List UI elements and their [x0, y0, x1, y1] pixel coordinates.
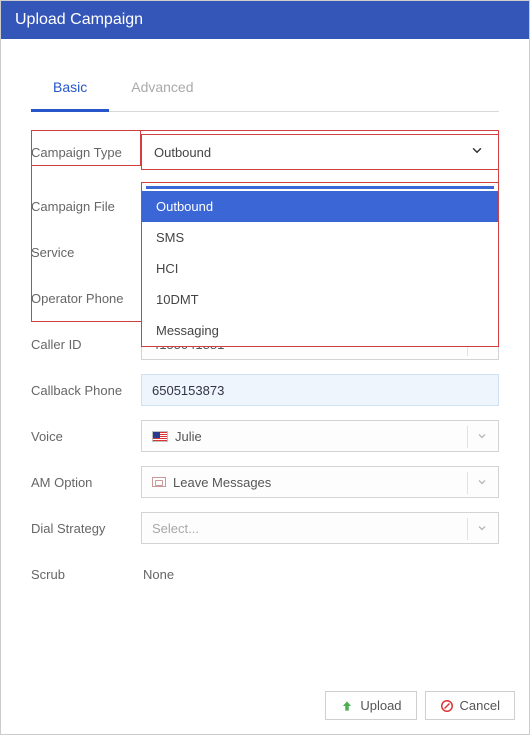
label-caller-id: Caller ID — [31, 337, 141, 352]
am-option-value: Leave Messages — [173, 475, 271, 490]
field-dial-strategy: Select... — [141, 512, 499, 544]
dial-strategy-select[interactable]: Select... — [141, 512, 499, 544]
campaign-type-select[interactable]: Outbound — [141, 134, 499, 170]
modal-body: Basic Advanced Campaign Type Outbound Ou… — [1, 39, 529, 596]
dropdown-option-sms[interactable]: SMS — [142, 222, 498, 253]
divider — [467, 472, 468, 494]
modal-title: Upload Campaign — [1, 1, 529, 39]
field-voice: Julie — [141, 420, 499, 452]
upload-arrow-icon — [340, 699, 354, 713]
row-callback-phone: Callback Phone — [31, 368, 499, 412]
tab-advanced[interactable]: Advanced — [109, 69, 215, 111]
label-voice: Voice — [31, 429, 141, 444]
divider — [467, 426, 468, 448]
divider — [467, 518, 468, 540]
label-service: Service — [31, 245, 141, 260]
cancel-icon — [440, 699, 454, 713]
dropdown-accent-line — [146, 186, 494, 189]
upload-button[interactable]: Upload — [325, 691, 416, 720]
tab-basic[interactable]: Basic — [31, 69, 109, 112]
dropdown-option-10dmt[interactable]: 10DMT — [142, 284, 498, 315]
field-campaign-type: Outbound — [141, 134, 499, 170]
upload-button-label: Upload — [360, 698, 401, 713]
dial-strategy-value: Select... — [152, 521, 199, 536]
field-am-option: Leave Messages — [141, 466, 499, 498]
message-icon — [152, 477, 166, 487]
scrub-value: None — [141, 567, 174, 582]
row-campaign-type: Campaign Type Outbound — [31, 130, 499, 174]
label-am-option: AM Option — [31, 475, 141, 490]
label-callback-phone: Callback Phone — [31, 383, 141, 398]
field-callback-phone — [141, 374, 499, 406]
form: Campaign Type Outbound Outbound SMS HCI … — [31, 130, 499, 596]
chevron-down-icon — [476, 476, 488, 488]
callback-phone-input[interactable] — [141, 374, 499, 406]
cancel-button[interactable]: Cancel — [425, 691, 515, 720]
label-campaign-file: Campaign File — [31, 199, 141, 214]
flag-us-icon — [152, 431, 168, 442]
dropdown-option-outbound[interactable]: Outbound — [142, 191, 498, 222]
dropdown-option-messaging[interactable]: Messaging — [142, 315, 498, 346]
label-campaign-type: Campaign Type — [31, 145, 141, 160]
label-operator-phone: Operator Phone — [31, 291, 141, 306]
cancel-button-label: Cancel — [460, 698, 500, 713]
row-dial-strategy: Dial Strategy Select... — [31, 506, 499, 550]
chevron-down-icon — [476, 522, 488, 534]
row-voice: Voice Julie — [31, 414, 499, 458]
voice-select[interactable]: Julie — [141, 420, 499, 452]
label-scrub: Scrub — [31, 567, 141, 582]
label-dial-strategy: Dial Strategy — [31, 521, 141, 536]
voice-value: Julie — [175, 429, 202, 444]
footer: Upload Cancel — [325, 691, 515, 720]
chevron-down-icon — [470, 144, 484, 161]
field-scrub: None — [141, 567, 499, 582]
campaign-type-value: Outbound — [154, 145, 211, 160]
am-option-select[interactable]: Leave Messages — [141, 466, 499, 498]
dropdown-option-hci[interactable]: HCI — [142, 253, 498, 284]
chevron-down-icon — [476, 430, 488, 442]
tabs: Basic Advanced — [31, 69, 499, 112]
title-text: Upload Campaign — [15, 11, 143, 28]
row-am-option: AM Option Leave Messages — [31, 460, 499, 504]
row-scrub: Scrub None — [31, 552, 499, 596]
campaign-type-dropdown: Outbound SMS HCI 10DMT Messaging — [141, 182, 499, 347]
